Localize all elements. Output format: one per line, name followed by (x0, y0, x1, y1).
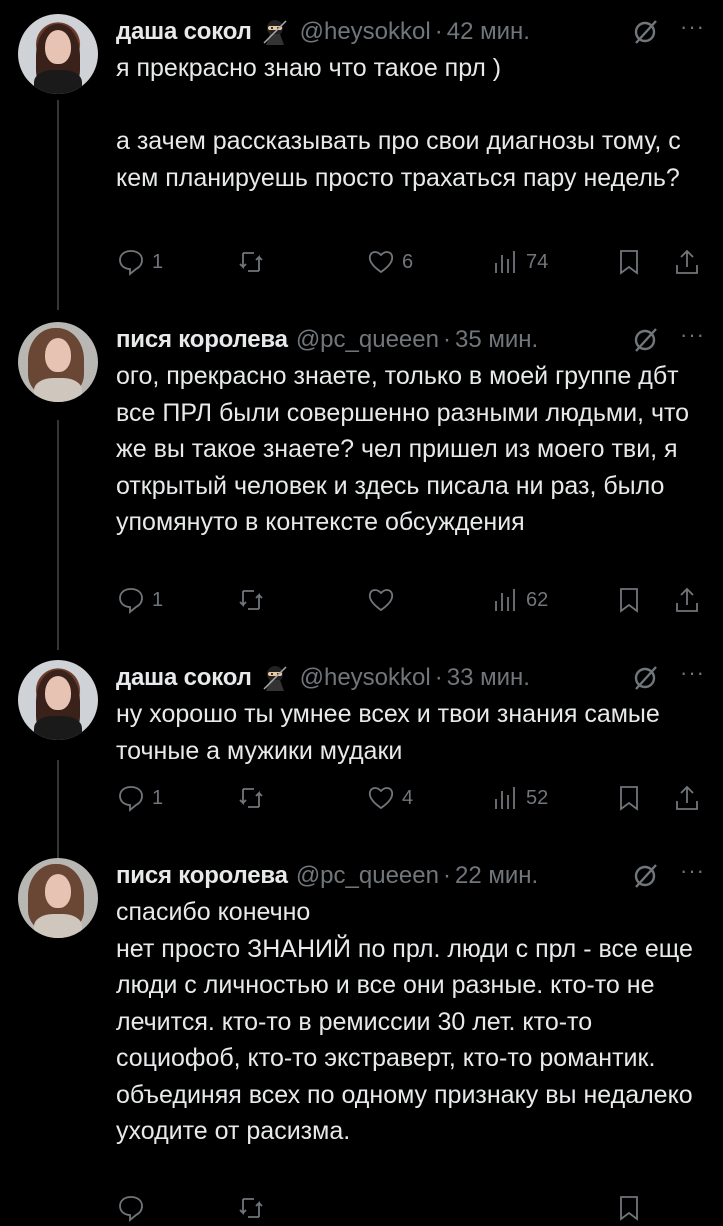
like-button[interactable] (366, 585, 402, 615)
views-button[interactable]: 74 (490, 247, 548, 277)
heart-icon (368, 251, 394, 274)
retweet-icon (239, 252, 263, 272)
timestamp[interactable]: 22 мин. (455, 862, 538, 890)
reply-icon (119, 588, 143, 614)
author-name[interactable]: пися королева (116, 326, 288, 354)
views-count: 62 (526, 588, 549, 611)
author-name[interactable]: пися королева (116, 862, 288, 890)
share-button[interactable] (672, 585, 702, 615)
retweet-icon (239, 1198, 263, 1218)
author-handle[interactable]: @pc_queeen (296, 326, 439, 354)
action-bar: 1 4 52 (0, 780, 723, 816)
avatar[interactable] (18, 322, 98, 402)
action-bar: 1 6 74 (0, 244, 723, 280)
tweet-header: пися королева @pc_queeen · 35 мин. ··· (116, 322, 705, 358)
reply-count: 1 (152, 786, 164, 809)
tweet-text: ну хорошо ты умнее всех и твои знания са… (116, 700, 667, 765)
grok-icon[interactable] (630, 17, 660, 47)
avatar[interactable] (18, 660, 98, 740)
reply-button[interactable]: 1 (116, 783, 163, 813)
tweet-text: ого, прекрасно знаете, только в моей гру… (116, 362, 696, 536)
bookmark-button[interactable] (614, 783, 644, 813)
views-icon (495, 589, 515, 611)
like-count: 4 (402, 786, 414, 809)
views-count: 74 (526, 250, 549, 273)
heart-icon (368, 787, 394, 810)
views-button[interactable]: 52 (490, 783, 548, 813)
share-icon (676, 587, 698, 612)
bookmark-icon (620, 786, 638, 811)
grok-icon[interactable] (630, 325, 660, 355)
tweet-header: даша сокол @heysokkol · 42 мин. ··· (116, 14, 705, 50)
tweet[interactable]: пися королева @pc_queeen · 35 мин. ··· о… (0, 322, 723, 652)
author-name[interactable]: даша сокол (116, 18, 252, 46)
views-button[interactable]: 62 (490, 585, 548, 615)
action-bar (0, 1190, 723, 1226)
separator-dot: · (442, 862, 451, 889)
avatar[interactable] (18, 14, 98, 94)
author-handle[interactable]: @pc_queeen (296, 862, 439, 890)
tweet[interactable]: даша сокол @heysokkol · 33 мин. ··· ну х… (0, 660, 723, 850)
reply-icon (119, 1196, 143, 1222)
reply-count: 1 (152, 250, 164, 273)
tweet[interactable]: даша сокол @heysokkol · 42 мин. ··· я пр… (0, 14, 723, 314)
reply-icon (119, 786, 143, 812)
ninja-emoji-icon (260, 663, 290, 693)
reply-count: 1 (152, 588, 164, 611)
retweet-icon (239, 590, 263, 610)
tweet-text: спасибо конечно нет просто ЗНАНИЙ по прл… (116, 898, 693, 1145)
ninja-emoji-icon (260, 17, 290, 47)
grok-icon[interactable] (630, 861, 660, 891)
like-count: 6 (402, 250, 414, 273)
more-icon[interactable]: ··· (680, 324, 705, 346)
author-handle[interactable]: @heysokkol (300, 664, 431, 692)
bookmark-button[interactable] (614, 585, 644, 615)
bookmark-icon (620, 588, 638, 613)
avatar[interactable] (18, 858, 98, 938)
more-icon[interactable]: ··· (680, 16, 705, 38)
like-button[interactable]: 4 (366, 783, 413, 813)
timestamp[interactable]: 42 мин. (447, 18, 530, 46)
share-button[interactable] (672, 783, 702, 813)
tweet-header: пися королева @pc_queeen · 22 мин. ··· (116, 858, 705, 894)
timestamp[interactable]: 33 мин. (447, 664, 530, 692)
bookmark-button[interactable] (614, 247, 644, 277)
retweet-button[interactable] (236, 1193, 266, 1223)
heart-icon (368, 589, 394, 612)
bookmark-icon (620, 1196, 638, 1221)
author-name[interactable]: даша сокол (116, 664, 252, 692)
share-button[interactable] (672, 247, 702, 277)
reply-button[interactable]: 1 (116, 247, 163, 277)
tweet-text: я прекрасно знаю что такое прл ) а зачем… (116, 54, 681, 192)
separator-dot: · (442, 326, 451, 353)
views-icon (495, 787, 515, 809)
retweet-button[interactable] (236, 585, 266, 615)
views-count: 52 (526, 786, 549, 809)
bookmark-icon (620, 250, 638, 275)
share-icon (676, 249, 698, 274)
reply-button[interactable] (116, 1193, 146, 1223)
more-icon[interactable]: ··· (680, 860, 705, 882)
grok-icon[interactable] (630, 663, 660, 693)
tweet[interactable]: пися королева @pc_queeen · 22 мин. ··· с… (0, 858, 723, 1222)
views-icon (495, 251, 515, 273)
action-bar: 1 62 (0, 582, 723, 618)
retweet-button[interactable] (236, 247, 266, 277)
author-handle[interactable]: @heysokkol (300, 18, 431, 46)
bookmark-button[interactable] (614, 1193, 644, 1223)
timestamp[interactable]: 35 мин. (455, 326, 538, 354)
retweet-icon (239, 788, 263, 808)
more-icon[interactable]: ··· (680, 662, 705, 684)
tweet-header: даша сокол @heysokkol · 33 мин. ··· (116, 660, 705, 696)
separator-dot: · (434, 18, 443, 45)
like-button[interactable]: 6 (366, 247, 413, 277)
separator-dot: · (434, 664, 443, 691)
reply-icon (119, 250, 143, 276)
retweet-button[interactable] (236, 783, 266, 813)
reply-button[interactable]: 1 (116, 585, 163, 615)
share-icon (676, 785, 698, 810)
